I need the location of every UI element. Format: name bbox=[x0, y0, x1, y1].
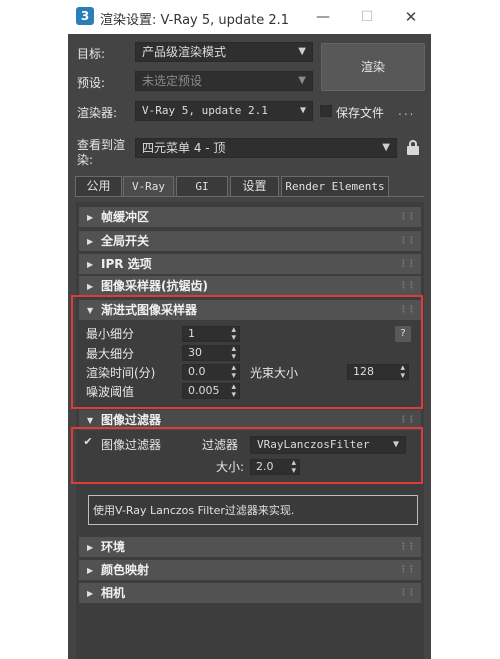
filter-description: 使用V-Ray Lanczos Filter过滤器来实现. bbox=[88, 495, 418, 525]
view-label-cont: 染: bbox=[77, 153, 94, 167]
expand-right-icon: ▶ bbox=[87, 237, 94, 246]
title-bar: 3 渲染设置: V-Ray 5, update 2.1 — ☐ ✕ bbox=[68, 0, 431, 34]
rollout-camera[interactable]: ▶ 相机 ⋮⋮ bbox=[79, 583, 421, 603]
lock-icon[interactable] bbox=[407, 140, 419, 155]
grip-icon: ⋮⋮ bbox=[399, 565, 416, 575]
highlight-image-filter bbox=[71, 427, 423, 484]
close-icon[interactable]: ✕ bbox=[400, 6, 422, 28]
view-dropdown[interactable]: 四元菜单 4 - 顶 ▼ bbox=[135, 138, 397, 158]
renderer-label: 渲染器: bbox=[77, 106, 118, 120]
expand-right-icon: ▶ bbox=[87, 282, 94, 291]
rollout-frame-buffer-title: 帧缓冲区 bbox=[101, 210, 150, 224]
rollout-ipr-options[interactable]: ▶ IPR 选项 ⋮⋮ bbox=[79, 254, 421, 274]
rollout-environment-title: 环境 bbox=[101, 540, 126, 554]
expand-right-icon: ▶ bbox=[87, 213, 94, 222]
preset-value: 未选定预设 bbox=[142, 74, 203, 88]
view-value: 四元菜单 4 - 顶 bbox=[142, 141, 226, 155]
rollout-frame-buffer[interactable]: ▶ 帧缓冲区 ⋮⋮ bbox=[79, 207, 421, 227]
grip-icon: ⋮⋮ bbox=[399, 259, 416, 269]
maximize-icon[interactable]: ☐ bbox=[356, 6, 378, 28]
minimize-icon[interactable]: — bbox=[312, 6, 334, 28]
rollout-color-mapping[interactable]: ▶ 颜色映射 ⋮⋮ bbox=[79, 560, 421, 580]
rollout-image-sampler[interactable]: ▶ 图像采样器(抗锯齿) ⋮⋮ bbox=[79, 276, 421, 296]
render-button[interactable]: 渲染 bbox=[321, 43, 425, 91]
chevron-down-icon: ▼ bbox=[382, 142, 390, 153]
chevron-down-icon: ▼ bbox=[298, 75, 306, 86]
rollout-color-mapping-title: 颜色映射 bbox=[101, 563, 150, 577]
tab-render-elements[interactable]: Render Elements bbox=[281, 176, 389, 197]
grip-icon: ⋮⋮ bbox=[399, 542, 416, 552]
target-dropdown[interactable]: 产品级渲染模式 ▼ bbox=[135, 42, 313, 62]
app-icon: 3 bbox=[76, 7, 94, 25]
target-label: 目标: bbox=[77, 47, 106, 61]
save-file-label: 保存文件 bbox=[336, 106, 385, 120]
rollout-ipr-options-title: IPR 选项 bbox=[101, 257, 152, 271]
expand-right-icon: ▶ bbox=[87, 566, 94, 575]
highlight-progressive-sampler bbox=[71, 295, 423, 409]
grip-icon: ⋮⋮ bbox=[399, 236, 416, 246]
rollout-global-switches-title: 全局开关 bbox=[101, 234, 150, 248]
tab-vray[interactable]: V-Ray bbox=[123, 176, 174, 197]
grip-icon: ⋮⋮ bbox=[399, 212, 416, 222]
grip-icon: ⋮⋮ bbox=[399, 588, 416, 598]
renderer-value: V-Ray 5, update 2.1 bbox=[142, 104, 268, 117]
grip-icon: ⋮⋮ bbox=[399, 281, 416, 291]
expand-right-icon: ▶ bbox=[87, 543, 94, 552]
chevron-down-icon: ▼ bbox=[299, 105, 306, 116]
save-file-checkbox[interactable] bbox=[320, 105, 332, 117]
rollout-camera-title: 相机 bbox=[101, 586, 126, 600]
rollout-image-filter-title: 图像过滤器 bbox=[101, 413, 162, 427]
expand-right-icon: ▶ bbox=[87, 589, 94, 598]
preset-dropdown[interactable]: 未选定预设 ▼ bbox=[135, 71, 313, 91]
window-title: 渲染设置: V-Ray 5, update 2.1 bbox=[100, 13, 290, 28]
rollout-environment[interactable]: ▶ 环境 ⋮⋮ bbox=[79, 537, 421, 557]
rollout-global-switches[interactable]: ▶ 全局开关 ⋮⋮ bbox=[79, 231, 421, 251]
chevron-down-icon: ▼ bbox=[298, 46, 306, 57]
renderer-dropdown[interactable]: V-Ray 5, update 2.1 ▼ bbox=[135, 101, 313, 121]
tab-common[interactable]: 公用 bbox=[75, 176, 122, 197]
tab-settings[interactable]: 设置 bbox=[230, 176, 279, 197]
expand-right-icon: ▶ bbox=[87, 260, 94, 269]
preset-label: 预设: bbox=[77, 76, 106, 90]
more-options-button[interactable]: ... bbox=[398, 104, 415, 118]
render-setup-window: 3 渲染设置: V-Ray 5, update 2.1 — ☐ ✕ 目标: 产品… bbox=[68, 0, 431, 659]
tab-gi[interactable]: GI bbox=[176, 176, 228, 197]
target-value: 产品级渲染模式 bbox=[142, 45, 227, 59]
tab-divider bbox=[75, 196, 424, 197]
rollout-image-sampler-title: 图像采样器(抗锯齿) bbox=[101, 279, 208, 293]
